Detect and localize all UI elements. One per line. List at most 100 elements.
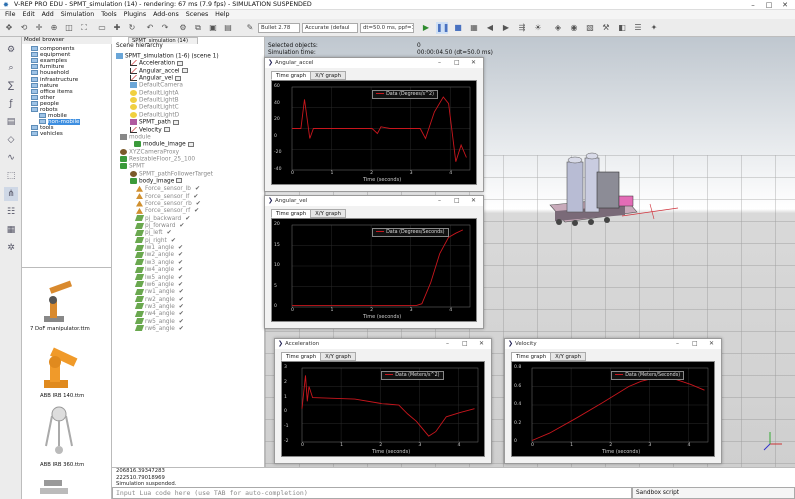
scene-object-icon[interactable]: ▧ <box>584 22 596 34</box>
graph-maximize-button[interactable]: □ <box>454 58 460 68</box>
model-folder-components[interactable]: components <box>31 46 75 52</box>
model-folder-nature[interactable]: nature <box>31 82 58 89</box>
accuracy-select[interactable]: Accurate (defaul <box>302 23 358 33</box>
maximize-button[interactable]: □ <box>761 0 777 10</box>
model-folder-furniture[interactable]: furniture <box>31 64 64 70</box>
menu-add[interactable]: Add <box>42 10 54 19</box>
menu-plugins[interactable]: Plugins <box>124 10 147 19</box>
layers-icon[interactable]: ◧ <box>616 22 628 34</box>
model-folder-tools[interactable]: tools <box>31 125 54 131</box>
model-folder-people[interactable]: people <box>31 100 59 107</box>
spmt-robot-model[interactable] <box>545 150 640 240</box>
fit-view-icon[interactable]: ⛶ <box>78 22 90 34</box>
slower-icon[interactable]: ◀ <box>484 22 496 34</box>
graph-window-2[interactable]: ❯ Acceleration – □ ✕ Time graph X/Y graph 3 2 1 0 -… <box>274 338 492 464</box>
realtime-icon[interactable]: ▦ <box>468 22 480 34</box>
redo-icon[interactable]: ↷ <box>159 22 171 34</box>
threaded-icon[interactable]: ⇶ <box>516 22 528 34</box>
timestep-select[interactable]: dt=50.0 ms, ppf=1 <box>360 23 414 33</box>
menu-edit[interactable]: Edit <box>22 10 34 19</box>
minimize-button[interactable]: – <box>745 0 761 10</box>
model-folder-vehicles[interactable]: vehicles <box>31 131 63 137</box>
stop-icon[interactable]: ■ <box>452 22 464 34</box>
graph-minimize-button[interactable]: – <box>676 339 679 349</box>
hierarchy-item[interactable]: rw6_angle ✔ <box>134 325 184 333</box>
model-browser-icon[interactable]: ⋔ <box>4 187 18 201</box>
faster-icon[interactable]: ▶ <box>500 22 512 34</box>
tab-xy-graph[interactable]: X/Y graph <box>320 352 356 361</box>
graph-window-3[interactable]: ❯ Velocity – □ ✕ Time graph X/Y graph 0.8 0.6 0.4… <box>504 338 722 464</box>
menu-file[interactable]: File <box>5 10 16 19</box>
undo-icon[interactable]: ↶ <box>144 22 156 34</box>
tab-xy-graph[interactable]: X/Y graph <box>310 71 346 80</box>
graph-minimize-button[interactable]: – <box>438 196 441 206</box>
graph-window-titlebar[interactable]: ❯ Acceleration – □ ✕ <box>275 339 491 349</box>
model-folder-robots[interactable]: robots <box>31 107 58 113</box>
model-folder-non-mobile[interactable]: non-mobile <box>39 119 80 126</box>
function-icon[interactable]: ƒ <box>4 97 18 111</box>
graph-window-titlebar[interactable]: ❯ Angular_vel – □ ✕ <box>265 196 483 206</box>
graph-close-button[interactable]: ✕ <box>709 339 714 349</box>
model-folder-equipment[interactable]: equipment <box>31 52 70 58</box>
graph-window-1[interactable]: ❯ Angular_vel – □ ✕ Time graph X/Y graph 20 15 10… <box>264 195 484 329</box>
sandbox-script-select[interactable]: Sandbox script <box>632 487 795 499</box>
shape-edit-icon[interactable]: ◇ <box>4 133 18 147</box>
model-folder-other[interactable]: other <box>31 94 55 101</box>
model-folder-household[interactable]: household <box>31 70 69 76</box>
object-rotate-icon[interactable]: ↻ <box>126 22 138 34</box>
graph-maximize-button[interactable]: □ <box>692 339 698 349</box>
camera-shift-icon[interactable]: ✛ <box>33 22 45 34</box>
graph-plot-area[interactable]: 20 15 10 5 0 0 1 2 3 4 Time (seconds) Data (Degrees… <box>271 218 477 322</box>
select-icon[interactable]: ▭ <box>96 22 108 34</box>
visualization-icon[interactable]: ☀ <box>532 22 544 34</box>
graph-window-titlebar[interactable]: ❯ Velocity – □ ✕ <box>505 339 721 349</box>
abb-irb140-thumbnail-icon[interactable] <box>34 340 84 390</box>
tab-xy-graph[interactable]: X/Y graph <box>550 352 586 361</box>
camera-rotate-icon[interactable]: ⟲ <box>18 22 30 34</box>
view-eye-icon[interactable]: ◉ <box>568 22 580 34</box>
graph-minimize-button[interactable]: – <box>438 58 441 68</box>
close-button[interactable]: ✕ <box>777 0 793 10</box>
settings-gear-icon[interactable]: ✲ <box>4 241 18 255</box>
graph-close-button[interactable]: ✕ <box>471 196 476 206</box>
user-settings-icon[interactable]: ✦ <box>648 22 660 34</box>
graph-plot-area[interactable]: 60 40 20 0 -20 -40 0 1 2 3 4 Time (seconds) Data (De… <box>271 80 477 185</box>
calc-modules-icon[interactable]: ∑ <box>4 79 18 93</box>
script-icon[interactable] <box>175 75 182 81</box>
search-icon[interactable]: ⌕ <box>4 61 18 75</box>
menu-tools[interactable]: Tools <box>101 10 117 19</box>
tab-xy-graph[interactable]: X/Y graph <box>310 209 346 218</box>
collection-icon[interactable]: ▣ <box>207 22 219 34</box>
menu-help[interactable]: Help <box>215 10 229 19</box>
graph-plot-area[interactable]: 0.8 0.6 0.4 0.2 0 0 1 2 3 4 Time (seconds) Data (Me… <box>511 361 715 457</box>
robot-arm-thumbnail-icon[interactable] <box>36 476 76 498</box>
tab-time-graph[interactable]: Time graph <box>271 209 312 218</box>
script-icon[interactable] <box>177 60 184 66</box>
camera-pan-icon[interactable]: ✥ <box>3 22 15 34</box>
script-icon[interactable] <box>181 68 188 74</box>
dynamics-icon[interactable]: ✎ <box>244 22 256 34</box>
graph-close-button[interactable]: ✕ <box>479 339 484 349</box>
sel-hierarchy-icon[interactable]: ☰ <box>632 22 644 34</box>
object-shift-icon[interactable]: ✚ <box>111 22 123 34</box>
script-icon[interactable]: ▤ <box>4 115 18 129</box>
model-folder-infrastructure[interactable]: infrastructure <box>31 76 78 83</box>
lua-command-input[interactable]: Input Lua code here (use TAB for auto-co… <box>112 487 632 499</box>
menu-addons[interactable]: Add-ons <box>153 10 179 19</box>
graph-minimize-button[interactable]: – <box>446 339 449 349</box>
object-properties-icon[interactable]: ⚙ <box>4 43 18 57</box>
graph-maximize-button[interactable]: □ <box>462 339 468 349</box>
graph-maximize-button[interactable]: □ <box>454 196 460 206</box>
tab-time-graph[interactable]: Time graph <box>511 352 552 361</box>
graph-window-0[interactable]: ❯ Angular_accel – □ ✕ Time graph X/Y graph 60 40… <box>264 57 484 192</box>
graph-window-titlebar[interactable]: ❯ Angular_accel – □ ✕ <box>265 58 483 68</box>
script-icon[interactable] <box>176 178 183 184</box>
tab-time-graph[interactable]: Time graph <box>271 71 312 80</box>
script-icon[interactable] <box>163 127 170 132</box>
model-folder-office-items[interactable]: office items <box>31 88 73 95</box>
graph-plot-area[interactable]: 3 2 1 0 -1 -2 0 1 2 3 4 Time (seconds) Data (Meters/… <box>281 361 485 457</box>
graph-close-button[interactable]: ✕ <box>471 58 476 68</box>
selection-icon[interactable]: ⬚ <box>4 169 18 183</box>
camera-angle-icon[interactable]: ◫ <box>63 22 75 34</box>
pause-icon[interactable]: ❚❚ <box>436 22 449 34</box>
